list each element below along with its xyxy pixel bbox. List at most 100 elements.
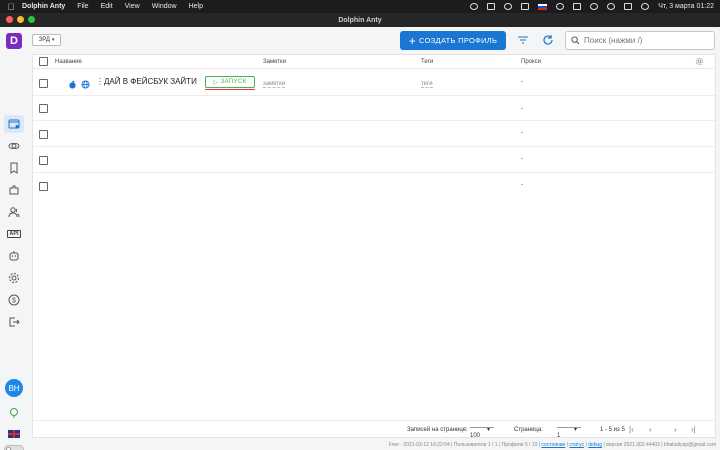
record-icon[interactable]: [504, 3, 513, 10]
sidebar-item-extensions[interactable]: [4, 181, 24, 199]
folder-select-value: ЗРД: [38, 37, 50, 43]
more-options-icon[interactable]: ⋮: [96, 78, 104, 86]
menu-file[interactable]: File: [77, 3, 88, 10]
gear-icon: [9, 273, 19, 283]
zoom-window-button[interactable]: [28, 16, 35, 23]
apple-icon[interactable]: : [0, 2, 22, 12]
window-titlebar: Dolphin Anty: [0, 13, 720, 27]
uk-flag-icon[interactable]: [8, 430, 20, 438]
input-language-icon[interactable]: [538, 3, 548, 10]
battery-icon[interactable]: [573, 3, 582, 10]
sidebar-item-team[interactable]: [4, 203, 24, 221]
status-link-status[interactable]: статус: [569, 442, 584, 448]
control-center-icon[interactable]: [624, 3, 633, 10]
row-checkbox[interactable]: [39, 79, 48, 88]
column-header-proxy[interactable]: Прокси: [521, 59, 541, 65]
table-row[interactable]: ⋮ ДАЙ В ФЕЙСБУК ЗАЙТИ ▷ ЗАПУСК заметки т…: [33, 72, 715, 96]
app-window: Dolphin Anty D API $ BH ЗРД ▾ + СОЗДАТЬ …: [0, 13, 720, 450]
sidebar-item-proxies[interactable]: [4, 137, 24, 155]
per-page-select[interactable]: 100 ▾: [470, 427, 494, 439]
proxy-value[interactable]: -: [521, 156, 523, 162]
refresh-icon[interactable]: [542, 34, 554, 46]
profiles-table-panel: Название Заметки Теги Прокси ⋮ ДАЙ В ФЕЙ…: [32, 54, 716, 439]
window-icon[interactable]: [521, 3, 530, 10]
siri-icon[interactable]: [641, 3, 650, 10]
wifi-icon[interactable]: [590, 3, 599, 10]
menu-clock[interactable]: Чт, 3 марта 01:22: [658, 3, 714, 10]
window-controls: [6, 16, 35, 23]
sidebar-item-browser-profiles[interactable]: [4, 115, 24, 133]
sidebar-item-billing[interactable]: $: [4, 291, 24, 309]
user-avatar[interactable]: BH: [5, 379, 23, 397]
profile-name[interactable]: ДАЙ В ФЕЙСБУК ЗАЙТИ: [104, 76, 199, 87]
row-checkbox[interactable]: [39, 104, 48, 113]
notes-field[interactable]: заметки: [263, 81, 286, 88]
lightbulb-icon[interactable]: [8, 407, 20, 419]
column-header-notes[interactable]: Заметки: [263, 59, 286, 65]
menu-help[interactable]: Help: [189, 3, 203, 10]
proxy-value[interactable]: -: [521, 79, 523, 85]
svg-text:$: $: [12, 298, 16, 305]
per-page-value: 100: [470, 433, 481, 439]
menu-edit[interactable]: Edit: [101, 3, 113, 10]
tags-field[interactable]: теги: [421, 81, 433, 88]
next-page-icon[interactable]: ›: [674, 425, 677, 434]
search-icon: [571, 36, 580, 45]
status-link-debug[interactable]: debug: [588, 442, 602, 448]
sidebar-item-api[interactable]: API: [4, 225, 24, 243]
status-link-state[interactable]: состояние: [541, 442, 565, 448]
vpn-icon[interactable]: [470, 3, 479, 10]
pagination-bar: Записей на странице: 100 ▾ Страница: 1 ▾ 1…: [33, 420, 715, 439]
chevron-down-icon: ▾: [51, 37, 55, 43]
row-checkbox[interactable]: [39, 182, 48, 191]
select-all-checkbox[interactable]: [39, 57, 48, 66]
time-machine-icon[interactable]: [556, 3, 565, 10]
status-bar: Free · 2021-03-12 16:22:04 | Пользовател…: [388, 442, 716, 448]
spotlight-icon[interactable]: [607, 3, 616, 10]
proxy-value[interactable]: -: [521, 106, 523, 112]
row-checkbox[interactable]: [39, 156, 48, 165]
sidebar: D API $ BH: [0, 27, 28, 450]
proxy-value[interactable]: -: [521, 182, 523, 188]
close-window-button[interactable]: [6, 16, 13, 23]
search-box[interactable]: [565, 31, 715, 50]
row-checkbox[interactable]: [39, 130, 48, 139]
menu-app-name[interactable]: Dolphin Anty: [22, 3, 65, 10]
dolphin-logo[interactable]: D: [6, 33, 22, 49]
table-row[interactable]: -: [33, 173, 715, 201]
status-plan: Free · 2021-03-12 16:22:04: [388, 442, 450, 448]
sidebar-item-bookmarks[interactable]: [4, 159, 24, 177]
minimize-window-button[interactable]: [17, 16, 24, 23]
search-input[interactable]: [584, 36, 714, 45]
column-header-name[interactable]: Название: [55, 59, 82, 65]
launch-button[interactable]: ▷ ЗАПУСК: [205, 76, 255, 88]
create-profile-button[interactable]: + СОЗДАТЬ ПРОФИЛЬ: [400, 31, 506, 50]
launch-underline: [205, 89, 255, 90]
menu-view[interactable]: View: [125, 3, 140, 10]
prev-page-icon[interactable]: ‹: [649, 425, 652, 434]
menu-window[interactable]: Window: [152, 3, 177, 10]
table-header: Название Заметки Теги Прокси: [33, 55, 715, 69]
bookmark-icon: [10, 162, 18, 174]
proxy-value[interactable]: -: [521, 130, 523, 136]
status-email: bhalodiyap@gmail.com: [663, 442, 716, 448]
globe-icon: [81, 80, 90, 89]
toolbar: ЗРД ▾ + СОЗДАТЬ ПРОФИЛЬ: [28, 27, 720, 54]
column-settings-icon[interactable]: [695, 57, 704, 66]
api-icon: API: [7, 230, 21, 238]
sidebar-item-logout[interactable]: [4, 313, 24, 331]
folder-select[interactable]: ЗРД ▾: [32, 34, 61, 46]
first-page-icon[interactable]: |‹: [629, 425, 634, 434]
table-row[interactable]: -: [33, 97, 715, 121]
last-page-icon[interactable]: ›|: [691, 425, 696, 434]
cloud-icon[interactable]: [487, 3, 496, 10]
column-header-tags[interactable]: Теги: [421, 59, 433, 65]
sidebar-item-automation[interactable]: [4, 247, 24, 265]
table-row[interactable]: -: [33, 147, 715, 173]
status-version: версия 2021.302.44402: [606, 442, 660, 448]
filter-icon[interactable]: [517, 34, 529, 46]
table-row[interactable]: -: [33, 121, 715, 147]
page-range: 1 - 5 из 5: [600, 427, 625, 433]
sidebar-item-settings[interactable]: [4, 269, 24, 287]
page-select[interactable]: 1 ▾: [557, 427, 581, 439]
